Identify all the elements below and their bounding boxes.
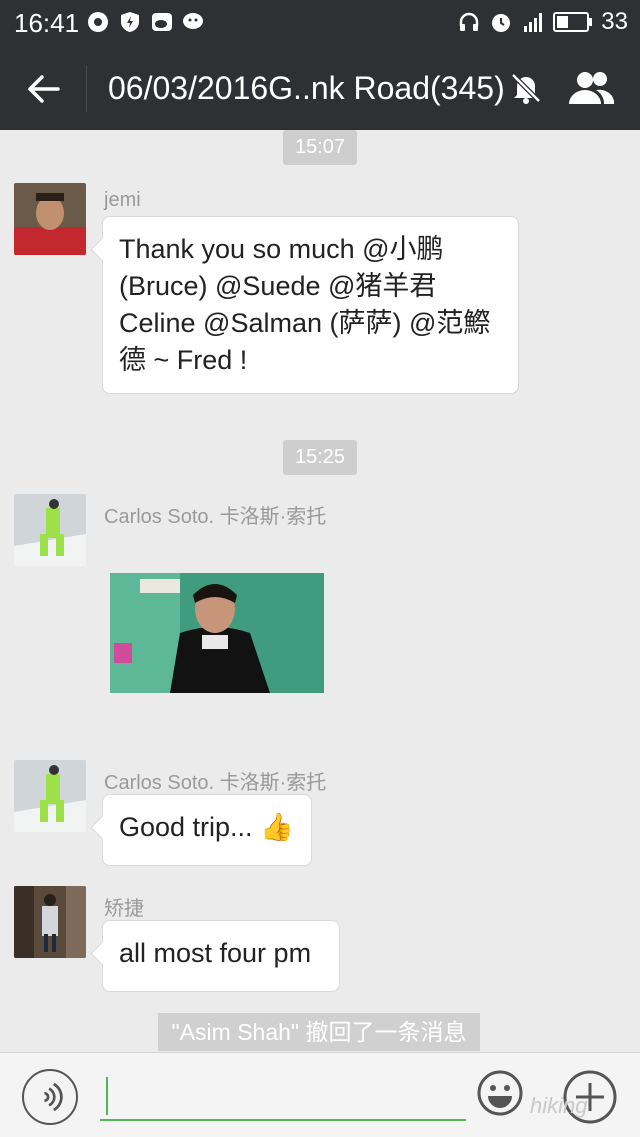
mute-bell-icon — [511, 73, 541, 104]
message-bubble[interactable]: all most four pm — [102, 920, 340, 992]
avatar-photo — [14, 886, 86, 958]
system-icons: 33 — [457, 8, 628, 36]
message-line: (Bruce) @Suede @猪羊君 — [119, 271, 437, 301]
sender-name: 矫捷 — [104, 898, 144, 920]
watermark: hiking — [530, 1093, 588, 1118]
avatar[interactable] — [14, 183, 86, 255]
message-image[interactable] — [110, 573, 324, 693]
wechat-icon — [183, 13, 203, 29]
input-bar: hiking — [0, 1052, 640, 1137]
avatar-photo — [14, 760, 86, 832]
message-text: Good trip... — [119, 812, 253, 842]
notification-icons — [86, 10, 206, 34]
battery-level: 33 — [601, 8, 628, 35]
text-cursor — [106, 1077, 108, 1115]
thumbs-up-icon: 👍 — [260, 812, 294, 843]
shield-icon — [121, 12, 139, 32]
avatar-photo — [14, 494, 86, 566]
avatar[interactable] — [14, 494, 86, 566]
image-photo — [110, 573, 324, 693]
status-bar: 16:41 33 — [0, 0, 640, 48]
header-divider — [86, 66, 87, 112]
sender-name: Carlos Soto. 卡洛斯·索托 — [104, 772, 327, 794]
timestamp: 15:07 — [282, 130, 358, 165]
notification-icon — [88, 12, 108, 32]
message-input[interactable] — [100, 1071, 466, 1121]
chat-header: 06/03/2016G..nk Road(345) — [0, 48, 640, 130]
sender-name: Carlos Soto. 卡洛斯·索托 — [104, 506, 327, 528]
voice-icon[interactable] — [22, 1069, 78, 1125]
message-text: all most four pm — [119, 938, 312, 968]
signal-icon — [524, 13, 543, 32]
message-line: Thank you so much @小鹏 — [119, 234, 444, 264]
recall-notice: "Asim Shah" 撤回了一条消息 — [158, 1013, 480, 1051]
back-arrow-icon[interactable] — [22, 68, 64, 110]
chat-title: 06/03/2016G..nk Road(345) — [108, 70, 505, 106]
emoji-icon[interactable] — [476, 1069, 524, 1117]
battery-icon — [553, 12, 593, 32]
message-bubble[interactable]: Good trip... 👍 — [102, 794, 312, 866]
timestamp: 15:25 — [282, 440, 358, 475]
avatar-photo — [14, 183, 86, 255]
group-members-icon[interactable] — [566, 68, 616, 108]
alarm-icon — [492, 14, 511, 32]
status-time: 16:41 — [14, 8, 80, 38]
avatar[interactable] — [14, 886, 86, 958]
weibo-icon — [152, 13, 172, 31]
message-bubble[interactable]: Thank you so much @小鹏 (Bruce) @Suede @猪羊… — [102, 216, 519, 394]
headphones-icon — [460, 12, 479, 31]
message-line: Celine @Salman (萨萨) @范鰶 — [119, 308, 491, 338]
sender-name: jemi — [104, 189, 141, 211]
avatar[interactable] — [14, 760, 86, 832]
message-line: 德 ~ Fred ! — [119, 345, 248, 375]
